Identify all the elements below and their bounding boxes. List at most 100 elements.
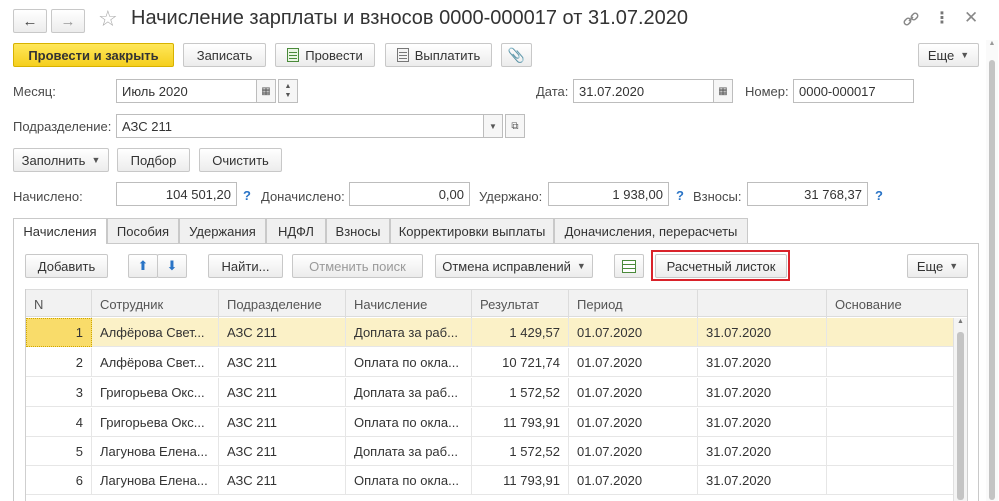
tab-deductions[interactable]: Удержания [179,218,266,243]
tab-payment-corrections[interactable]: Корректировки выплаты [390,218,554,243]
arrow-up-icon: ⬆ [137,258,149,273]
stepper-up-icon: ▲ [284,83,292,90]
contrib-field[interactable]: 31 768,37 [747,182,868,206]
back-button[interactable]: ← [13,9,47,33]
window-scroll-up-icon[interactable]: ▲ [986,40,998,47]
tab-contributions[interactable]: Взносы [326,218,390,243]
col-header-accrual[interactable]: Начисление [346,290,472,318]
date-field[interactable]: 31.07.2020 [573,79,714,103]
col-header-division[interactable]: Подразделение [219,290,346,318]
menu-dots-icon[interactable]: ⋮ [934,8,950,28]
division-dropdown-button[interactable]: ▼ [483,114,503,138]
more-label: Еще [927,47,955,63]
pay-button[interactable]: Выплатить [385,43,492,67]
find-button[interactable]: Найти... [208,254,283,278]
tab-recalculations[interactable]: Доначисления, перерасчеты [554,218,748,243]
window-scrollbar-thumb[interactable] [989,60,995,500]
division-open-button[interactable]: ⧉ [505,114,525,138]
table-row[interactable]: 1 Алфёрова Свет... АЗС 211 Доплата за ра… [26,318,953,347]
col-header-basis[interactable]: Основание [827,290,967,318]
date-label: Дата: [536,84,569,99]
cell-period: 01.07.2020 [569,437,698,466]
number-field[interactable]: 0000-000017 [793,79,914,103]
table-settings-button[interactable] [614,254,644,278]
contrib-help-icon[interactable]: ? [875,188,883,203]
division-label: Подразделение: [13,119,112,134]
cell-basis [827,466,953,495]
contrib-label: Взносы: [693,189,742,204]
payslip-highlight-frame [651,250,790,281]
window-title: Начисление зарплаты и взносов 0000-00001… [131,7,689,29]
cell-basis [827,348,953,377]
col-header-period[interactable]: Период [569,290,698,318]
cell-basis [827,318,953,347]
chevron-down-icon: ▼ [91,155,101,165]
table-row[interactable]: 5 Лагунова Елена... АЗС 211 Доплата за р… [26,437,953,466]
accrued-field[interactable]: 104 501,20 [116,182,237,206]
cell-period-end: 31.07.2020 [698,348,827,377]
cancel-search-button[interactable]: Отменить поиск [292,254,423,278]
col-header-employee[interactable]: Сотрудник [92,290,219,318]
withheld-field[interactable]: 1 938,00 [548,182,669,206]
cancel-corrections-button[interactable]: Отмена исправлений ▼ [435,254,593,278]
close-icon[interactable]: ✕ [964,8,978,28]
cancel-corrections-label: Отмена исправлений [442,258,571,274]
chevron-down-icon: ▼ [576,261,586,271]
accrued-label: Начислено: [13,189,83,204]
col-header-period-end[interactable] [698,290,827,318]
cell-accrual: Доплата за раб... [346,437,472,466]
more-menu-button[interactable]: Еще ▼ [918,43,979,67]
cell-n: 3 [26,378,92,407]
division-field[interactable]: АЗС 211 [116,114,484,138]
withheld-help-icon[interactable]: ? [676,188,684,203]
post-button[interactable]: Провести [275,43,375,67]
table-scrollbar[interactable]: ▲ [953,318,967,501]
table-row[interactable]: 3 Григорьева Окс... АЗС 211 Доплата за р… [26,378,953,407]
cell-employee: Григорьева Окс... [92,408,219,437]
cell-n: 1 [26,318,92,347]
table-row[interactable]: 4 Григорьева Окс... АЗС 211 Оплата по ок… [26,408,953,437]
clear-button[interactable]: Очистить [199,148,282,172]
star-icon[interactable]: ☆ [98,6,118,32]
cell-accrual: Доплата за раб... [346,318,472,347]
chevron-down-icon: ▼ [489,121,497,131]
month-calendar-button[interactable]: ▦ [256,79,276,103]
move-down-button[interactable]: ⬇ [157,254,187,278]
pay-doc-icon [396,48,409,62]
cell-period-end: 31.07.2020 [698,437,827,466]
post-and-close-button[interactable]: Провести и закрыть [13,43,174,67]
save-button[interactable]: Записать [183,43,266,67]
table-row[interactable]: 6 Лагунова Елена... АЗС 211 Оплата по ок… [26,466,953,495]
extra-field[interactable]: 0,00 [349,182,470,206]
scroll-up-icon[interactable]: ▲ [954,318,967,325]
extra-label: Доначислено: [261,189,345,204]
cell-division: АЗС 211 [219,466,346,495]
attach-button[interactable]: 📎 [501,43,532,67]
month-stepper[interactable]: ▲ ▼ [278,79,298,103]
month-field[interactable]: Июль 2020 [116,79,257,103]
cell-accrual: Оплата по окла... [346,408,472,437]
link-icon[interactable] [902,10,920,28]
date-calendar-button[interactable]: ▦ [713,79,733,103]
table-scrollbar-thumb[interactable] [957,332,964,500]
fill-button[interactable]: Заполнить ▼ [13,148,109,172]
tab-ndfl[interactable]: НДФЛ [266,218,326,243]
cell-accrual: Оплата по окла... [346,348,472,377]
accrued-help-icon[interactable]: ? [243,188,251,203]
forward-button[interactable]: → [51,9,85,33]
cell-basis [827,408,953,437]
pay-button-label: Выплатить [414,47,481,63]
col-header-n[interactable]: N [26,290,92,318]
table-more-button[interactable]: Еще ▼ [907,254,968,278]
chevron-down-icon: ▼ [960,50,970,60]
open-icon: ⧉ [511,120,519,132]
select-button[interactable]: Подбор [117,148,190,172]
tab-benefits[interactable]: Пособия [107,218,179,243]
move-up-button[interactable]: ⬆ [128,254,158,278]
table-row[interactable]: 2 Алфёрова Свет... АЗС 211 Оплата по окл… [26,348,953,377]
window-scrollbar[interactable]: ▲ [986,40,998,501]
col-header-result[interactable]: Результат [472,290,569,318]
add-button[interactable]: Добавить [25,254,108,278]
cell-result: 10 721,74 [472,348,569,377]
tab-accruals[interactable]: Начисления [13,218,107,244]
